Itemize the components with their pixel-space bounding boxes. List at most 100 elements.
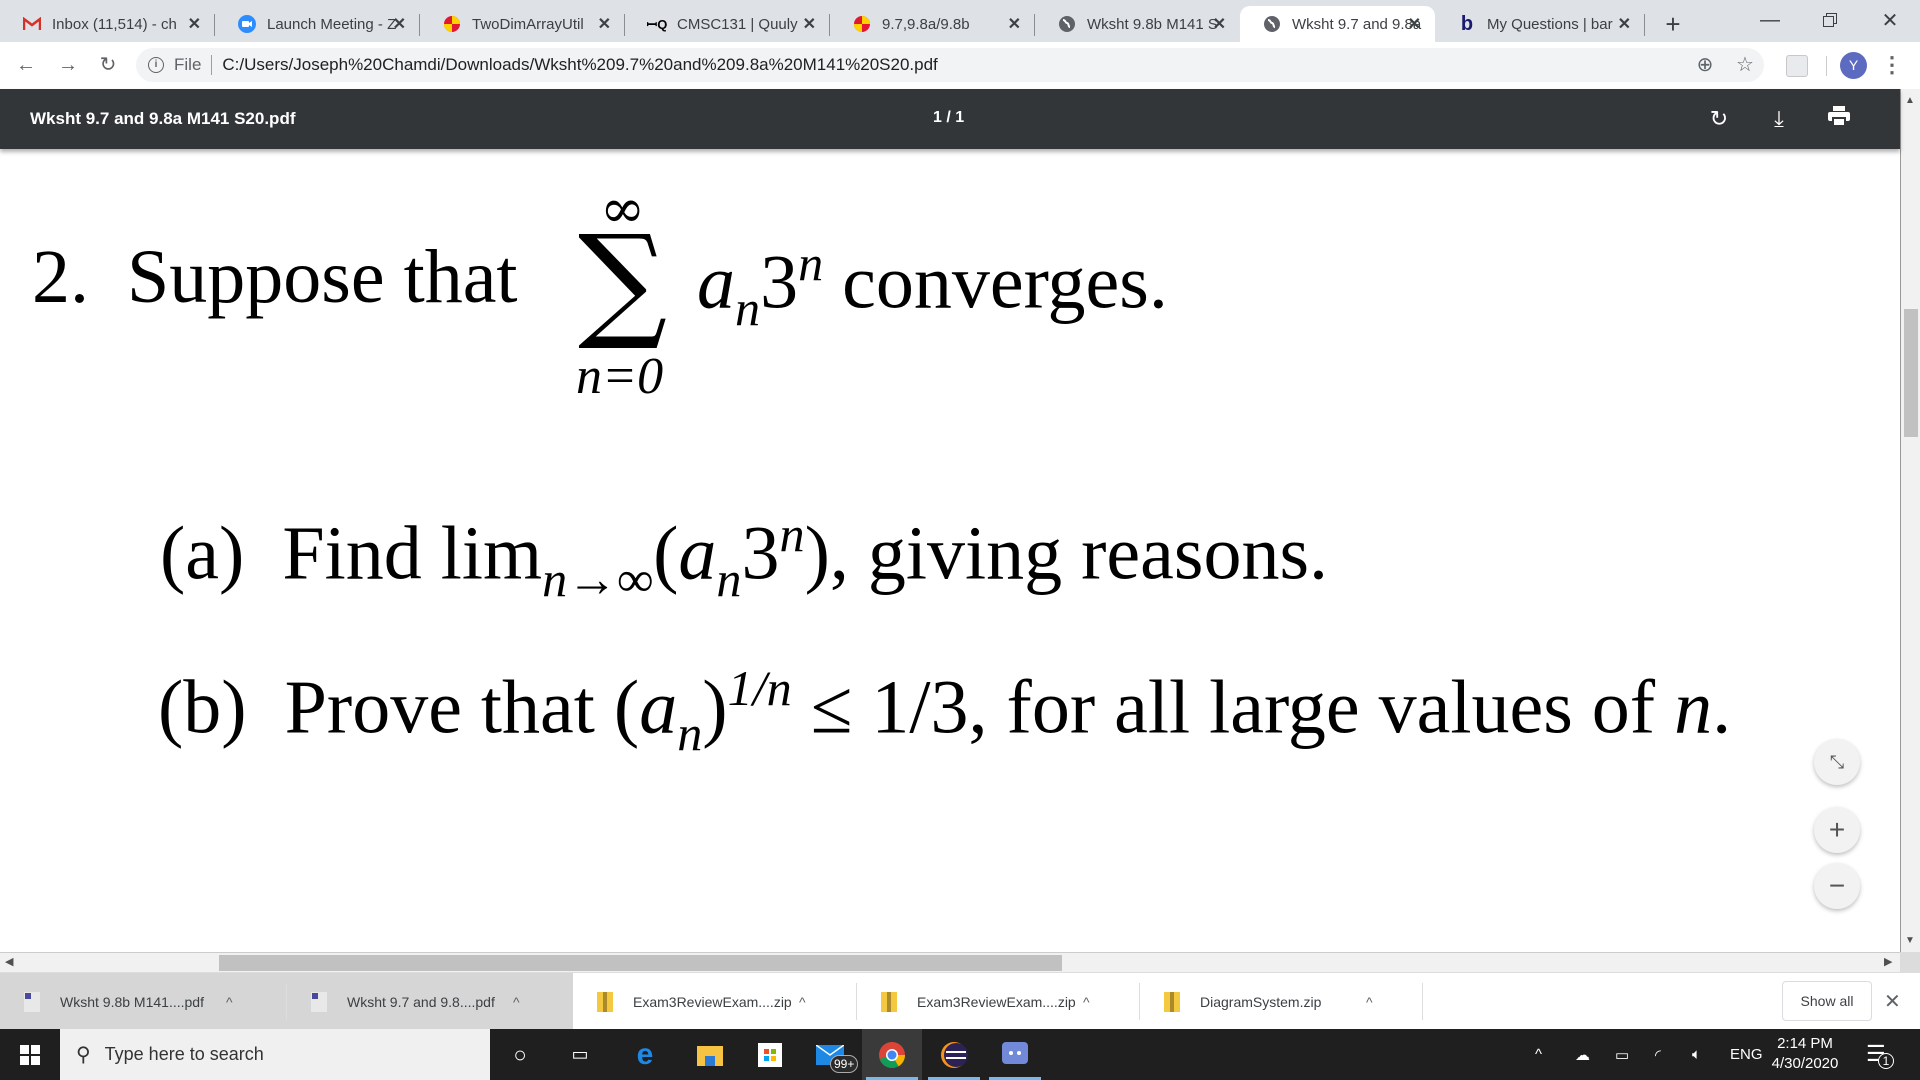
math-var: a <box>639 665 678 750</box>
chevron-up-icon[interactable]: ^ <box>513 994 520 1010</box>
show-hidden-icons-button[interactable]: ^ <box>1535 1029 1542 1080</box>
question-text: converges. <box>842 240 1168 325</box>
show-all-button[interactable]: Show all <box>1782 981 1872 1021</box>
back-button[interactable]: ← <box>10 50 42 80</box>
download-item[interactable]: Wksht 9.7 and 9.8....pdf ^ <box>287 973 573 1030</box>
print-icon[interactable] <box>1823 103 1855 135</box>
math-num: 3 <box>741 511 780 596</box>
onedrive-icon[interactable]: ☁ <box>1575 1029 1590 1080</box>
restore-button[interactable] <box>1800 0 1860 40</box>
edge-app[interactable]: e <box>615 1029 675 1080</box>
download-icon[interactable]: ⤓ <box>1763 103 1795 135</box>
scroll-right-arrow[interactable]: ▶ <box>1884 955 1892 968</box>
store-icon <box>758 1042 782 1067</box>
discord-app[interactable] <box>985 1029 1045 1080</box>
bookmark-star-icon[interactable]: ☆ <box>1730 50 1760 80</box>
volume-icon[interactable]: 🔈︎ <box>1692 1029 1701 1080</box>
vertical-scroll-thumb[interactable] <box>1904 309 1918 437</box>
task-view-button[interactable]: ▭ <box>550 1029 610 1080</box>
close-tab-icon[interactable]: ✕ <box>188 14 201 34</box>
math-exp: 1/n <box>727 660 792 716</box>
tab-label: Wksht 9.8b M141 S <box>1087 15 1217 33</box>
taskbar-search[interactable]: ⚲ Type here to search <box>60 1029 490 1080</box>
chevron-up-icon[interactable]: ^ <box>1083 994 1090 1010</box>
wifi-icon[interactable]: ◜ <box>1655 1029 1661 1080</box>
eclipse-app[interactable] <box>924 1029 984 1080</box>
forward-button[interactable]: → <box>52 50 84 80</box>
close-tab-icon[interactable]: ✕ <box>393 14 406 34</box>
chrome-app[interactable] <box>862 1029 922 1080</box>
horizontal-scroll-thumb[interactable] <box>219 955 1062 971</box>
tab-twodimarrayutil[interactable]: TwoDimArrayUtil ✕ <box>420 6 625 42</box>
math-sub: n <box>735 280 761 337</box>
cortana-button[interactable]: ○ <box>490 1029 550 1080</box>
tab-label: Wksht 9.7 and 9.8a <box>1292 15 1422 33</box>
close-tab-icon[interactable]: ✕ <box>1618 14 1631 34</box>
fit-icon: ⤡ <box>1829 752 1845 772</box>
tab-9-7-9-8[interactable]: 9.7,9.8a/9.8b ✕ <box>830 6 1035 42</box>
scroll-corner <box>1900 952 1920 972</box>
address-bar[interactable]: i File C:/Users/Joseph%20Chamdi/Download… <box>136 48 1764 82</box>
store-app[interactable] <box>740 1029 800 1080</box>
tab-wksht-9-7-active[interactable]: Wksht 9.7 and 9.8a ✕ <box>1240 6 1435 42</box>
battery-icon[interactable]: ▭ <box>1615 1029 1629 1080</box>
new-tab-button[interactable]: + <box>1655 6 1691 42</box>
tab-quuly[interactable]: ꟷQ CMSC131 | Quuly ✕ <box>625 6 830 42</box>
close-tab-icon[interactable]: ✕ <box>803 14 816 34</box>
rotate-icon[interactable]: ↻ <box>1703 103 1735 135</box>
language-indicator[interactable]: ENG <box>1730 1029 1763 1080</box>
tab-zoom-meeting[interactable]: Launch Meeting - Z ✕ <box>215 6 420 42</box>
fit-to-page-button[interactable]: ⤡ <box>1814 739 1860 785</box>
zoom-magnifier-icon[interactable]: ⊕ <box>1690 50 1720 80</box>
close-tab-icon[interactable]: ✕ <box>1008 14 1021 34</box>
extension-icon[interactable] <box>1786 55 1808 77</box>
math-num: 3 <box>760 240 799 325</box>
url-text[interactable]: C:/Users/Joseph%20Chamdi/Downloads/Wksht… <box>222 55 937 75</box>
folder-icon <box>697 1045 723 1066</box>
scroll-up-arrow[interactable]: ▲ <box>1905 95 1915 106</box>
minimize-button[interactable]: — <box>1740 0 1800 40</box>
download-item[interactable]: Exam3ReviewExam....zip ^ <box>573 973 857 1030</box>
action-center-button[interactable]: ☰ 1 <box>1866 1041 1894 1069</box>
tab-label: 9.7,9.8a/9.8b <box>882 15 970 33</box>
edge-icon: e <box>636 1037 654 1071</box>
mail-app[interactable]: 99+ <box>800 1029 860 1080</box>
tab-wksht-9-8b[interactable]: Wksht 9.8b M141 S ✕ <box>1035 6 1240 42</box>
start-button[interactable] <box>0 1029 60 1080</box>
download-item[interactable]: Wksht 9.8b M141....pdf ^ <box>0 973 287 1030</box>
menu-kebab-icon[interactable]: ⋮ <box>1880 50 1904 80</box>
math-paren: ), <box>804 511 849 596</box>
close-tab-icon[interactable]: ✕ <box>1213 14 1226 34</box>
zoom-in-button[interactable]: + <box>1814 807 1860 853</box>
math-exp: n <box>779 506 805 562</box>
clock-time: 2:14 PM <box>1777 1035 1833 1052</box>
math-paren: ( <box>653 511 679 596</box>
chevron-up-icon[interactable]: ^ <box>226 994 233 1010</box>
file-explorer-app[interactable] <box>680 1029 740 1080</box>
scroll-left-arrow[interactable]: ◀ <box>5 955 13 968</box>
close-tab-icon[interactable]: ✕ <box>1408 14 1421 34</box>
scroll-down-arrow[interactable]: ▼ <box>1905 935 1915 946</box>
tab-bartleby[interactable]: b My Questions | bar ✕ <box>1435 6 1645 42</box>
download-item[interactable]: Exam3ReviewExam....zip ^ <box>857 973 1140 1030</box>
globe-icon <box>1057 14 1077 34</box>
close-window-button[interactable]: ✕ <box>1860 0 1920 40</box>
part-text: Prove that <box>284 665 595 750</box>
close-shelf-icon[interactable]: ✕ <box>1884 989 1901 1014</box>
chevron-up-icon[interactable]: ^ <box>799 994 806 1010</box>
vertical-scrollbar[interactable]: ▲ ▼ <box>1900 89 1920 952</box>
profile-avatar[interactable]: Y <box>1840 52 1867 79</box>
search-icon: ⚲ <box>76 1044 91 1066</box>
tab-gmail[interactable]: Inbox (11,514) - ch ✕ <box>0 6 215 42</box>
sum-term: an3n converges. <box>697 234 1168 337</box>
close-tab-icon[interactable]: ✕ <box>598 14 611 34</box>
pdf-toolbar: Wksht 9.7 and 9.8a M141 S20.pdf 1 / 1 ↻ … <box>0 89 1900 149</box>
horizontal-scrollbar[interactable]: ◀ ▶ <box>0 952 1900 972</box>
chevron-up-icon[interactable]: ^ <box>1366 994 1373 1010</box>
clock[interactable]: 2:14 PM 4/30/2020 <box>1760 1034 1850 1074</box>
reload-button[interactable]: ↻ <box>92 50 124 80</box>
part-label: (a) <box>160 511 245 596</box>
download-item[interactable]: DiagramSystem.zip ^ <box>1140 973 1423 1030</box>
zoom-out-button[interactable]: − <box>1814 863 1860 909</box>
info-icon[interactable]: i <box>148 57 164 73</box>
